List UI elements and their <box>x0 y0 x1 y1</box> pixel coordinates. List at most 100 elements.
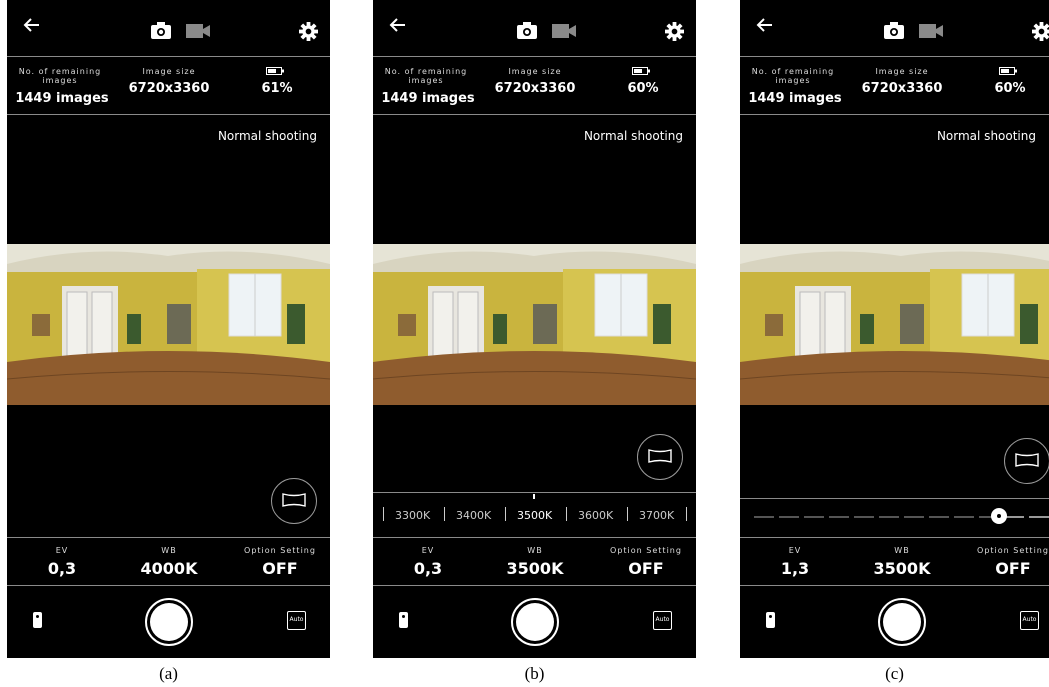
ev-label: EV <box>788 546 802 555</box>
option-setting-value[interactable]: OFF <box>601 559 691 578</box>
remote-icon[interactable] <box>33 612 42 628</box>
wb-value[interactable]: 3500K <box>852 559 952 578</box>
remaining-value: 1449 images <box>748 91 842 106</box>
gear-icon[interactable] <box>665 22 684 41</box>
arrow-left-icon[interactable] <box>387 14 409 36</box>
ev-value[interactable]: 0,3 <box>17 559 107 578</box>
settings-bar: EV 0,3 WB 4000K Option Setting OFF <box>7 537 330 585</box>
gear-icon[interactable] <box>1032 22 1049 41</box>
live-preview-image <box>7 244 330 405</box>
wb-value[interactable]: 4000K <box>119 559 219 578</box>
image-size-value: 6720x3360 <box>494 81 576 96</box>
remote-icon[interactable] <box>399 612 408 628</box>
wb-scale[interactable]: 3300K 3400K 3500K 3600K 3700K <box>373 492 696 538</box>
auto-icon[interactable]: Auto <box>653 611 672 630</box>
camera-icon[interactable] <box>884 22 904 39</box>
scale-tick <box>444 507 445 521</box>
ev-slider-segment <box>804 516 824 518</box>
remaining-label: No. of remaining images <box>384 67 468 85</box>
ev-label: EV <box>55 546 69 555</box>
ev-slider[interactable] <box>740 500 1049 536</box>
shutter-button[interactable] <box>145 598 193 646</box>
panorama-view-icon[interactable] <box>271 478 317 524</box>
ev-slider-thumb[interactable] <box>991 508 1007 524</box>
video-icon[interactable] <box>919 24 943 38</box>
divider <box>740 114 1049 115</box>
auto-label: Auto <box>655 616 670 623</box>
camera-icon[interactable] <box>517 22 537 39</box>
option-setting-value[interactable]: OFF <box>968 559 1049 578</box>
battery-value: 60% <box>994 81 1026 96</box>
wb-scale-item[interactable]: 3700K <box>639 509 674 522</box>
image-size-value: 6720x3360 <box>861 81 943 96</box>
battery-icon <box>632 67 650 75</box>
ev-slider-segment <box>1029 516 1049 518</box>
figure-caption-b: (b) <box>524 664 545 683</box>
auto-label: Auto <box>289 616 304 623</box>
camera-screen-c: No. of remaining images 1449 images Imag… <box>740 0 1049 658</box>
figure-caption-a: (a) <box>159 664 178 683</box>
video-icon[interactable] <box>552 24 576 38</box>
ev-label: EV <box>421 546 435 555</box>
ev-slider-segment <box>954 516 974 518</box>
camera-screen-b: No. of remaining images 1449 images Imag… <box>373 0 696 658</box>
status-info: No. of remaining images 1449 images Imag… <box>740 57 1049 114</box>
divider <box>740 585 1049 586</box>
auto-icon[interactable]: Auto <box>287 611 306 630</box>
scale-tick <box>686 507 687 521</box>
battery-icon <box>266 67 284 75</box>
live-preview-image <box>373 244 696 405</box>
panorama-view-icon[interactable] <box>1004 438 1049 484</box>
scale-pointer <box>533 494 535 499</box>
ev-slider-segment <box>879 516 899 518</box>
image-size-value: 6720x3360 <box>128 81 210 96</box>
arrow-left-icon[interactable] <box>754 14 776 36</box>
remote-icon[interactable] <box>766 612 775 628</box>
divider <box>7 114 330 115</box>
figure-caption-c: (c) <box>885 664 904 683</box>
ev-value[interactable]: 0,3 <box>383 559 473 578</box>
battery-value: 60% <box>627 81 659 96</box>
gear-icon[interactable] <box>299 22 318 41</box>
remaining-label: No. of remaining images <box>751 67 835 85</box>
wb-scale-item[interactable]: 3500K <box>517 509 552 522</box>
shutter-button[interactable] <box>511 598 559 646</box>
ev-slider-segment <box>779 516 799 518</box>
live-preview-image <box>740 244 1049 405</box>
shooting-mode: Normal shooting <box>217 129 317 143</box>
settings-bar: EV 1,3 WB 3500K Option Setting OFF <box>740 537 1049 585</box>
ev-slider-segment <box>754 516 774 518</box>
ev-slider-segment <box>854 516 874 518</box>
divider <box>740 498 1049 499</box>
arrow-left-icon[interactable] <box>21 14 43 36</box>
camera-screen-a: No. of remaining images 1449 images Imag… <box>7 0 330 658</box>
video-icon[interactable] <box>186 24 210 38</box>
remaining-value: 1449 images <box>381 91 475 106</box>
ev-slider-segment <box>929 516 949 518</box>
remaining-value: 1449 images <box>15 91 109 106</box>
image-size-label: Image size <box>142 67 196 76</box>
wb-value[interactable]: 3500K <box>485 559 585 578</box>
shutter-button[interactable] <box>878 598 926 646</box>
option-setting-label: Option Setting <box>244 546 316 555</box>
panorama-view-icon[interactable] <box>637 434 683 480</box>
ev-slider-segment <box>1004 516 1024 518</box>
scale-tick <box>505 507 506 521</box>
wb-scale-item[interactable]: 3600K <box>578 509 613 522</box>
status-info: No. of remaining images 1449 images Imag… <box>373 57 696 114</box>
camera-icon[interactable] <box>151 22 171 39</box>
ev-slider-segment <box>829 516 849 518</box>
ev-slider-segment <box>904 516 924 518</box>
divider <box>7 585 330 586</box>
top-bar <box>373 0 696 56</box>
ev-value[interactable]: 1,3 <box>750 559 840 578</box>
wb-scale-item[interactable]: 3400K <box>456 509 491 522</box>
scale-tick <box>627 507 628 521</box>
auto-icon[interactable]: Auto <box>1020 611 1039 630</box>
option-setting-value[interactable]: OFF <box>235 559 325 578</box>
scale-tick <box>383 507 384 521</box>
shooting-mode: Normal shooting <box>583 129 683 143</box>
divider <box>373 114 696 115</box>
wb-label: WB <box>527 546 543 555</box>
wb-scale-item[interactable]: 3300K <box>395 509 430 522</box>
